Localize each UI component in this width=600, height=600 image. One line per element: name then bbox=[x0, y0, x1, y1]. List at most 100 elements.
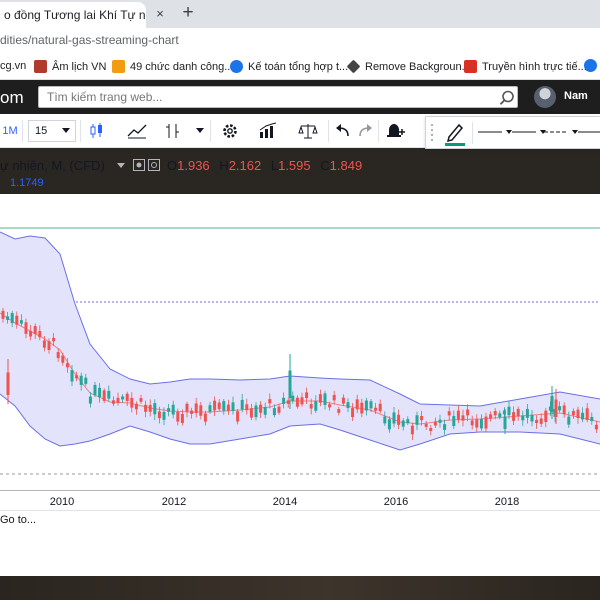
candle-body bbox=[337, 409, 341, 413]
candle-body bbox=[88, 396, 92, 404]
low-label: L bbox=[270, 158, 279, 173]
alert-icon[interactable] bbox=[384, 121, 406, 141]
candle-body bbox=[33, 326, 37, 334]
new-tab-icon[interactable]: + bbox=[178, 3, 198, 23]
candle-body bbox=[521, 415, 525, 421]
user-avatar[interactable] bbox=[534, 86, 556, 108]
candle-body bbox=[167, 408, 171, 412]
candle-body bbox=[470, 420, 474, 426]
site-logo[interactable]: om bbox=[0, 88, 24, 108]
bookmark-item[interactable] bbox=[584, 59, 600, 72]
undo-icon[interactable] bbox=[334, 122, 352, 140]
bookmark-item[interactable]: Âm lịch VN bbox=[34, 60, 106, 73]
candle-body bbox=[79, 375, 83, 385]
x-tick-label: 2018 bbox=[494, 496, 520, 508]
candle-body bbox=[378, 403, 382, 412]
chevron-down-icon[interactable] bbox=[117, 163, 125, 169]
candle-body bbox=[355, 399, 359, 410]
candle-body bbox=[581, 412, 585, 420]
goto-button[interactable]: Go to... bbox=[0, 514, 36, 526]
candle-body bbox=[208, 405, 212, 412]
chevron-down-icon[interactable] bbox=[196, 128, 204, 134]
candle-body bbox=[594, 424, 598, 430]
candle-body bbox=[475, 419, 479, 428]
tab-close-icon[interactable]: × bbox=[152, 6, 168, 22]
x-tick-label: 2012 bbox=[161, 496, 187, 508]
bookmark-item[interactable]: Truyền hình trực tiế... bbox=[464, 60, 587, 73]
candle-body bbox=[15, 315, 19, 325]
search-icon[interactable] bbox=[498, 89, 516, 107]
candle-body bbox=[139, 398, 143, 402]
address-url[interactable]: dities/natural-gas-streaming-chart bbox=[0, 33, 179, 47]
open-label: O bbox=[167, 158, 178, 173]
browser-tab[interactable]: o đồng Tương lai Khí Tự nhiê bbox=[0, 2, 146, 28]
bookmark-item[interactable]: Kế toán tổng hợp t... bbox=[230, 60, 348, 73]
candle-body bbox=[38, 331, 42, 338]
candle-body bbox=[516, 408, 520, 417]
x-tick-label: 2016 bbox=[383, 496, 409, 508]
candle-body bbox=[217, 402, 221, 410]
drag-handle-icon[interactable] bbox=[430, 122, 434, 144]
address-bar[interactable]: dities/natural-gas-streaming-chart bbox=[0, 28, 600, 55]
candle-body bbox=[456, 410, 460, 420]
candle-body bbox=[346, 402, 350, 409]
candle-body bbox=[42, 340, 46, 348]
settings-icon[interactable] bbox=[148, 159, 160, 171]
candle-body bbox=[498, 413, 502, 418]
site-search[interactable]: Tìm kiếm trang web... bbox=[38, 86, 518, 108]
open-value: 1.936 bbox=[177, 158, 210, 173]
interval-button[interactable]: 1M bbox=[2, 120, 18, 142]
time-axis[interactable]: 2010 2012 2014 2016 2018 bbox=[0, 490, 600, 510]
bookmark-favicon-icon bbox=[230, 60, 243, 73]
price-chart[interactable] bbox=[0, 194, 600, 490]
candle-body bbox=[245, 404, 249, 411]
bookmark-item[interactable]: Remove Backgroun... bbox=[346, 59, 471, 74]
bookmark-favicon-icon bbox=[112, 60, 125, 73]
candles-icon[interactable] bbox=[88, 122, 106, 140]
candle-body bbox=[213, 400, 217, 411]
eye-icon[interactable] bbox=[133, 159, 145, 171]
candle-body bbox=[171, 404, 175, 415]
bookmark-label: Kế toán tổng hợp t... bbox=[248, 60, 349, 73]
user-name[interactable]: Nam bbox=[564, 90, 588, 102]
bookmark-item[interactable]: cg.vn bbox=[0, 60, 26, 72]
candle-body bbox=[121, 396, 125, 400]
candle-body bbox=[176, 411, 180, 422]
chart-plot-area[interactable] bbox=[0, 194, 600, 490]
candle-body bbox=[75, 375, 79, 379]
candle-body bbox=[194, 403, 198, 414]
candle-body bbox=[65, 363, 69, 368]
gear-icon[interactable] bbox=[220, 121, 240, 141]
candle-body bbox=[286, 400, 290, 404]
bookmark-item[interactable]: 49 chức danh công... bbox=[112, 60, 233, 73]
redo-icon[interactable] bbox=[356, 122, 374, 140]
chevron-down-icon[interactable] bbox=[62, 128, 70, 134]
toolbar-divider bbox=[80, 120, 81, 142]
candle-body bbox=[10, 313, 14, 324]
candle-body bbox=[512, 412, 516, 421]
candle-body bbox=[148, 405, 152, 412]
site-header: om Tìm kiếm trang web... Nam bbox=[0, 80, 600, 114]
bookmark-label: Truyền hình trực tiế... bbox=[482, 60, 587, 73]
drawing-toolbar bbox=[425, 116, 600, 149]
pencil-icon[interactable] bbox=[444, 120, 466, 146]
candle-body bbox=[525, 408, 529, 418]
indicators-icon[interactable] bbox=[164, 122, 182, 140]
compare-icon[interactable] bbox=[126, 122, 148, 140]
candle-body bbox=[93, 384, 97, 396]
candle-body bbox=[1, 310, 5, 319]
symbol-title[interactable]: ự nhiên, M, (CFD) bbox=[0, 158, 105, 173]
candle-body bbox=[507, 406, 511, 416]
bookmark-favicon-icon bbox=[584, 59, 597, 72]
candle-body bbox=[558, 406, 562, 411]
candle-body bbox=[590, 417, 594, 422]
candle-body bbox=[185, 403, 189, 412]
search-input[interactable]: Tìm kiếm trang web... bbox=[47, 90, 162, 104]
candle-body bbox=[56, 352, 60, 359]
scales-icon[interactable] bbox=[298, 122, 318, 140]
line-extend-icon[interactable] bbox=[576, 129, 600, 137]
candle-body bbox=[254, 405, 258, 418]
bar-chart-icon[interactable] bbox=[258, 122, 278, 140]
bookmark-favicon-icon bbox=[346, 59, 361, 74]
candle-body bbox=[539, 418, 543, 424]
